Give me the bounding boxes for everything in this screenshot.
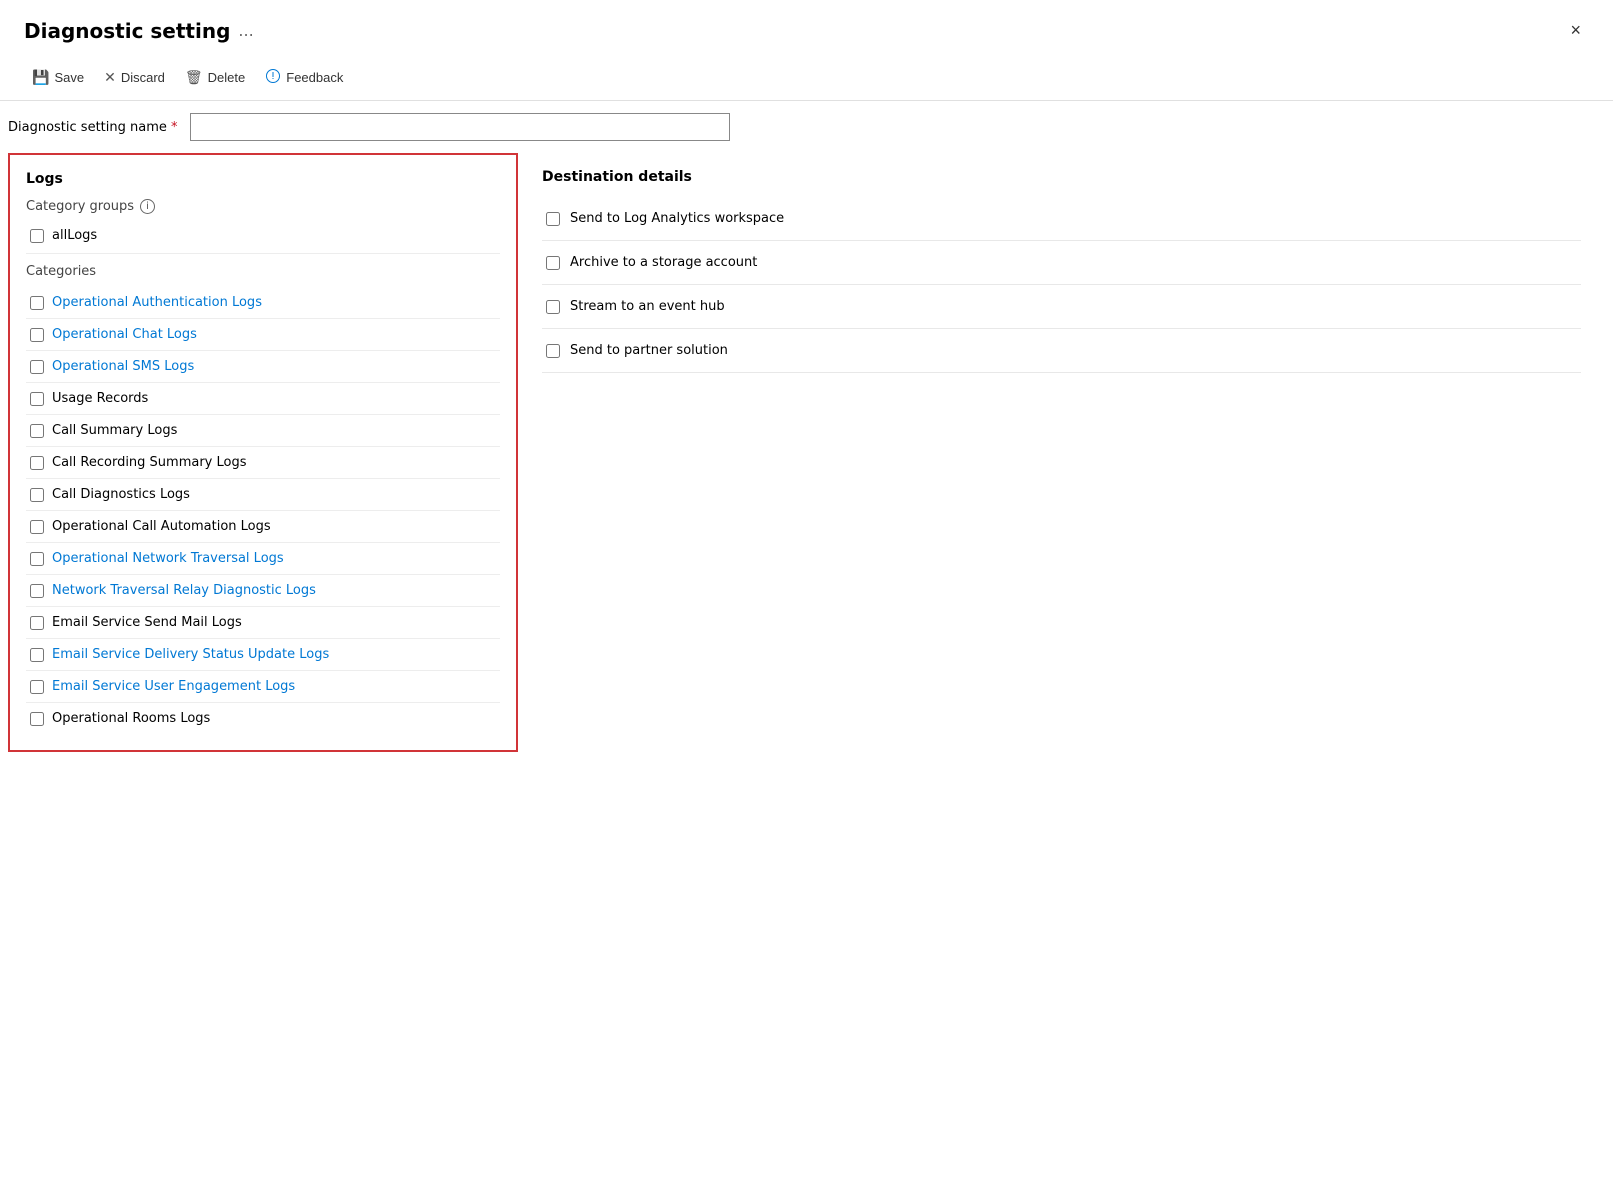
- category-label: Operational Authentication Logs: [52, 295, 262, 310]
- feedback-label: Feedback: [286, 70, 343, 85]
- destination-row: Send to partner solution: [542, 329, 1581, 373]
- category-checkbox-1[interactable]: [30, 328, 44, 342]
- delete-label: Delete: [208, 70, 246, 85]
- alllogs-label: allLogs: [52, 228, 97, 243]
- categories-label: Categories: [26, 264, 500, 279]
- logs-panel-title: Logs: [26, 171, 500, 187]
- window-header: Diagnostic setting ... ×: [0, 0, 1613, 55]
- category-label: Operational Call Automation Logs: [52, 519, 271, 534]
- category-row: Operational Chat Logs: [26, 319, 500, 351]
- category-row: Operational Rooms Logs: [26, 703, 500, 734]
- category-checkbox-13[interactable]: [30, 712, 44, 726]
- category-checkbox-12[interactable]: [30, 680, 44, 694]
- category-row: Call Recording Summary Logs: [26, 447, 500, 479]
- category-checkbox-7[interactable]: [30, 520, 44, 534]
- close-button[interactable]: ×: [1562, 16, 1589, 45]
- category-label: Call Recording Summary Logs: [52, 455, 247, 470]
- category-row: Email Service Delivery Status Update Log…: [26, 639, 500, 671]
- destination-title: Destination details: [542, 169, 1581, 185]
- destination-label: Send to Log Analytics workspace: [570, 211, 784, 226]
- discard-label: Discard: [121, 70, 165, 85]
- destination-row: Archive to a storage account: [542, 241, 1581, 285]
- destination-label: Archive to a storage account: [570, 255, 757, 270]
- destination-checkbox-3[interactable]: [546, 344, 560, 358]
- feedback-icon: [265, 68, 281, 87]
- destination-row: Stream to an event hub: [542, 285, 1581, 329]
- destinations-list: Send to Log Analytics workspace Archive t…: [542, 197, 1581, 373]
- info-icon[interactable]: i: [140, 199, 155, 214]
- logs-panel: Logs Category groups i allLogs Categorie…: [8, 153, 518, 752]
- category-checkbox-4[interactable]: [30, 424, 44, 438]
- category-label: Network Traversal Relay Diagnostic Logs: [52, 583, 316, 598]
- setting-name-row: Diagnostic setting name *: [0, 101, 1613, 153]
- category-label: Email Service Send Mail Logs: [52, 615, 242, 630]
- discard-button[interactable]: ✕ Discard: [96, 64, 173, 91]
- feedback-button[interactable]: Feedback: [257, 63, 351, 92]
- category-checkbox-3[interactable]: [30, 392, 44, 406]
- delete-button[interactable]: 🗑 Delete: [177, 64, 253, 91]
- window-title: Diagnostic setting ...: [24, 19, 254, 43]
- destination-label: Stream to an event hub: [570, 299, 725, 314]
- required-indicator: *: [171, 120, 178, 135]
- destination-checkbox-0[interactable]: [546, 212, 560, 226]
- destination-panel: Destination details Send to Log Analytic…: [518, 153, 1605, 752]
- category-label: Call Diagnostics Logs: [52, 487, 190, 502]
- save-button[interactable]: 💾 Save: [24, 64, 92, 91]
- category-checkbox-8[interactable]: [30, 552, 44, 566]
- category-row: Usage Records: [26, 383, 500, 415]
- category-groups-section: Category groups i: [26, 199, 500, 214]
- category-label: Operational Chat Logs: [52, 327, 197, 342]
- title-text: Diagnostic setting: [24, 19, 230, 43]
- category-label: Call Summary Logs: [52, 423, 177, 438]
- categories-section: Categories Operational Authentication Lo…: [26, 264, 500, 734]
- category-row: Call Diagnostics Logs: [26, 479, 500, 511]
- category-groups-label: Category groups: [26, 199, 134, 214]
- save-label: Save: [54, 70, 84, 85]
- save-icon: 💾: [32, 69, 49, 86]
- destination-row: Send to Log Analytics workspace: [542, 197, 1581, 241]
- category-row: Email Service User Engagement Logs: [26, 671, 500, 703]
- category-checkbox-10[interactable]: [30, 616, 44, 630]
- category-checkbox-6[interactable]: [30, 488, 44, 502]
- category-checkbox-2[interactable]: [30, 360, 44, 374]
- toolbar: 💾 Save ✕ Discard 🗑 Delete Feedback: [0, 55, 1613, 101]
- category-checkbox-9[interactable]: [30, 584, 44, 598]
- main-content: Logs Category groups i allLogs Categorie…: [0, 153, 1613, 752]
- category-checkbox-11[interactable]: [30, 648, 44, 662]
- alllogs-row: allLogs: [26, 222, 500, 254]
- category-label: Email Service Delivery Status Update Log…: [52, 647, 329, 662]
- category-row: Operational Network Traversal Logs: [26, 543, 500, 575]
- delete-icon: 🗑: [185, 69, 203, 86]
- alllogs-checkbox[interactable]: [30, 229, 44, 243]
- discard-icon: ✕: [104, 69, 116, 86]
- category-label: Operational Rooms Logs: [52, 711, 210, 726]
- category-row: Email Service Send Mail Logs: [26, 607, 500, 639]
- setting-name-label: Diagnostic setting name *: [8, 120, 178, 135]
- destination-checkbox-2[interactable]: [546, 300, 560, 314]
- category-row: Operational Call Automation Logs: [26, 511, 500, 543]
- category-label: Operational SMS Logs: [52, 359, 194, 374]
- destination-checkbox-1[interactable]: [546, 256, 560, 270]
- category-checkbox-0[interactable]: [30, 296, 44, 310]
- category-label: Usage Records: [52, 391, 148, 406]
- close-icon: ×: [1570, 20, 1581, 40]
- title-ellipsis: ...: [238, 21, 253, 40]
- category-checkbox-5[interactable]: [30, 456, 44, 470]
- category-row: Call Summary Logs: [26, 415, 500, 447]
- category-row: Operational Authentication Logs: [26, 287, 500, 319]
- category-label: Operational Network Traversal Logs: [52, 551, 284, 566]
- destination-label: Send to partner solution: [570, 343, 728, 358]
- category-row: Network Traversal Relay Diagnostic Logs: [26, 575, 500, 607]
- setting-name-input[interactable]: [190, 113, 730, 141]
- category-row: Operational SMS Logs: [26, 351, 500, 383]
- category-label: Email Service User Engagement Logs: [52, 679, 295, 694]
- categories-list: Operational Authentication Logs Operation…: [26, 287, 500, 734]
